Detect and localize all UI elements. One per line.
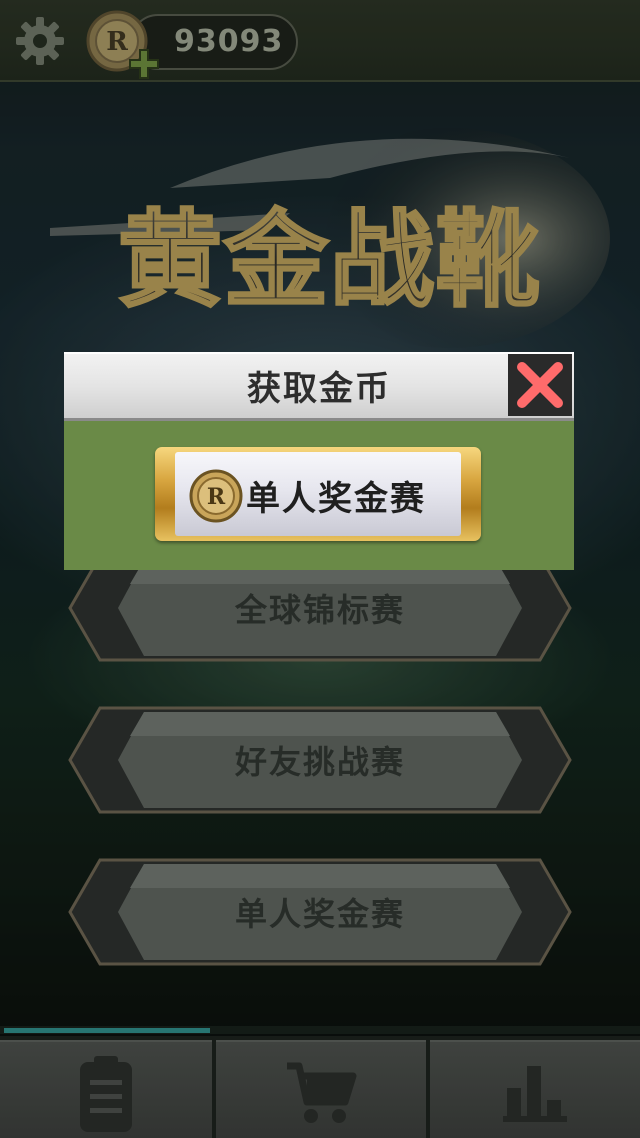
coin-r-icon: R — [189, 469, 243, 523]
close-button[interactable] — [508, 354, 572, 416]
close-x-icon — [517, 362, 563, 408]
single-prize-option-label: 单人奖金赛 — [246, 478, 426, 519]
svg-text:R: R — [207, 484, 226, 510]
modal-title: 获取金币 — [247, 368, 391, 409]
